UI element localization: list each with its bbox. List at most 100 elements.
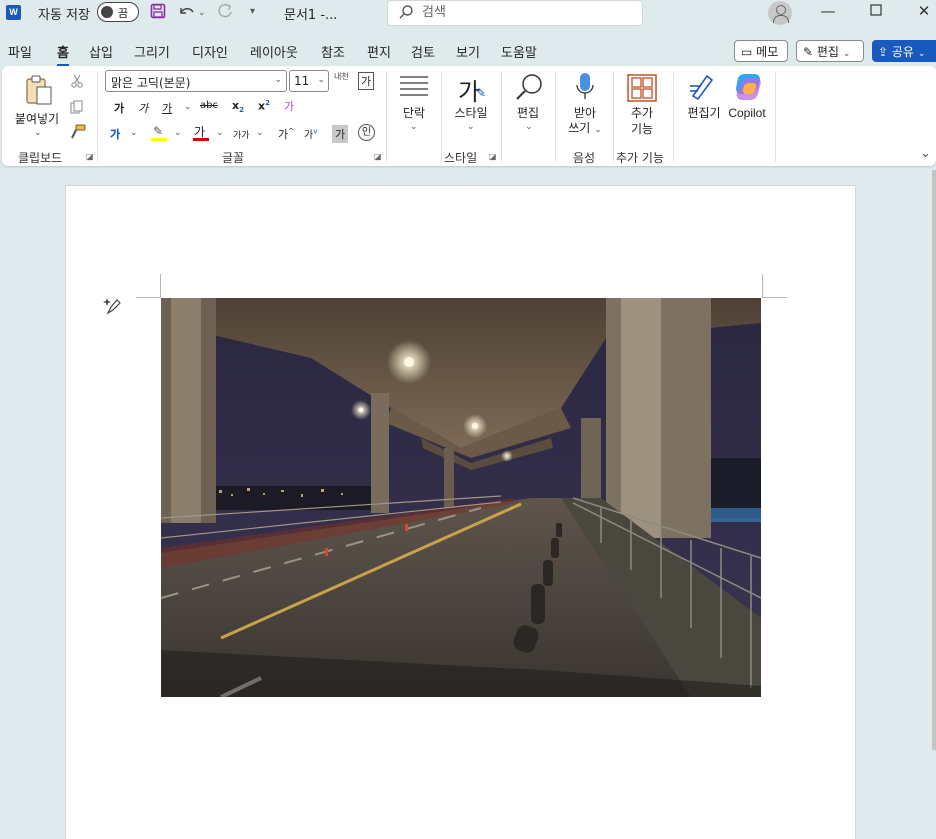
subscript-button[interactable]: x2 (232, 99, 244, 114)
chevron-down-icon[interactable]: ⌄ (130, 128, 138, 138)
tab-insert[interactable]: 삽입 (89, 42, 113, 61)
sparkle-pen-icon[interactable] (103, 296, 123, 319)
minimize-icon[interactable]: — (813, 2, 843, 20)
character-shading-button[interactable]: 가 (332, 125, 349, 143)
document-page[interactable] (65, 185, 856, 839)
shrink-font-glyph: 가 (304, 130, 314, 141)
tab-review[interactable]: 검토 (411, 42, 435, 61)
search-icon (514, 72, 544, 105)
chevron-down-icon[interactable]: ⌄ (184, 102, 192, 112)
redo-icon[interactable] (216, 3, 234, 23)
cut-icon[interactable] (70, 74, 84, 91)
margin-crop-mark (762, 297, 787, 298)
text-effects-button[interactable]: 가 (110, 126, 120, 142)
editing-mode-button[interactable]: ✎ 편집 ⌄ (796, 40, 864, 62)
font-color-button[interactable]: 가 (192, 123, 210, 143)
tab-help[interactable]: 도움말 (501, 42, 537, 61)
microphone-icon (575, 72, 595, 105)
close-icon[interactable]: ✕ (909, 2, 936, 20)
comment-icon: ▭ (741, 45, 753, 59)
tab-view[interactable]: 보기 (456, 42, 480, 61)
addins-grid-icon (627, 74, 657, 105)
dialog-launcher-icon[interactable]: ◪ (489, 152, 497, 161)
tab-draw[interactable]: 그리기 (134, 42, 170, 61)
pencil-icon: ✎ (803, 45, 814, 59)
editor-button[interactable]: 편집기 (682, 72, 722, 128)
margin-crop-mark (762, 274, 763, 298)
dictate-label-2: 쓰기 ⌄ (568, 121, 602, 135)
tab-mailings[interactable]: 편지 (367, 42, 391, 61)
undo-dropdown-icon[interactable]: ⌄ (198, 8, 206, 18)
copy-icon[interactable] (70, 100, 84, 117)
tab-design[interactable]: 디자인 (192, 42, 228, 61)
share-button[interactable]: ⇪ 공유 ⌄ (872, 40, 936, 62)
editing-mode-label: 편집 (816, 45, 839, 59)
paragraph-icon (399, 74, 429, 101)
character-size-button[interactable]: 가가 (233, 128, 250, 141)
dialog-launcher-icon[interactable]: ◪ (86, 152, 94, 161)
bridge-underpass-photo[interactable] (161, 298, 761, 697)
grow-font-glyph: 가 (278, 128, 289, 141)
enclose-characters-button[interactable]: 인 (358, 124, 375, 141)
voice-group-label: 음성 (573, 151, 596, 165)
customize-qat-icon[interactable]: ▾ (250, 6, 255, 17)
shrink-font-button[interactable]: 가v (304, 126, 317, 141)
account-avatar[interactable] (768, 1, 792, 25)
chevron-down-icon[interactable]: ⌄ (174, 128, 182, 138)
styles-label: 스타일 (454, 106, 488, 120)
search-icon (398, 4, 414, 24)
maximize-icon[interactable] (861, 2, 891, 20)
ribbon: 붙여넣기 ⌄ 클립보드 ◪ 맑은 고딕(본문) ⌄ 11 ⌄ 내천 가 가 가 … (2, 66, 936, 166)
ribbon-expand-chevron-icon[interactable]: ⌄ (920, 146, 931, 161)
dialog-launcher-icon[interactable]: ◪ (374, 152, 382, 161)
vertical-scrollbar[interactable] (932, 170, 936, 750)
font-size-select[interactable]: 11 ⌄ (289, 70, 329, 92)
dictate-button[interactable]: 받아 쓰기 ⌄ (564, 72, 606, 144)
phonetic-guide-button[interactable]: 내천 (334, 72, 350, 81)
share-label: 공유 (891, 45, 914, 59)
group-divider (775, 72, 776, 162)
margin-crop-mark (136, 297, 161, 298)
comments-button[interactable]: ▭ 메모 (734, 40, 788, 62)
save-icon[interactable] (150, 3, 166, 23)
paragraph-button[interactable]: 단락 ⌄ (396, 72, 432, 142)
chevron-down-icon[interactable]: ⌄ (216, 128, 224, 138)
clear-formatting-button[interactable]: 가 (284, 98, 294, 114)
search-input[interactable] (422, 5, 622, 20)
copilot-button[interactable]: Copilot (724, 72, 770, 128)
chevron-down-icon[interactable]: ⌄ (256, 128, 264, 138)
tab-file[interactable]: 파일 (8, 42, 32, 61)
autosave-label: 자동 저장 (38, 8, 90, 23)
italic-button[interactable]: 가 (138, 100, 148, 116)
underline-button[interactable]: 가 (162, 100, 172, 116)
strikethrough-button[interactable]: abc (200, 100, 218, 111)
superscript-button[interactable]: x2 (258, 99, 270, 113)
group-divider (386, 72, 387, 162)
editing-button[interactable]: 편집 ⌄ (510, 72, 546, 142)
undo-icon[interactable] (178, 3, 196, 23)
grow-font-button[interactable]: 가^ (278, 126, 294, 142)
editor-label: 편집기 (687, 106, 721, 120)
tab-references[interactable]: 참조 (321, 42, 345, 61)
addins-label-1: 추가 (630, 106, 654, 120)
addins-label-2: 기능 (630, 122, 654, 136)
format-painter-icon[interactable] (70, 124, 86, 143)
margin-crop-mark (160, 274, 161, 298)
share-icon: ⇪ (878, 45, 889, 59)
group-divider (97, 72, 98, 162)
editor-icon (687, 72, 717, 105)
toggle-knob (101, 6, 113, 18)
brush-icon: ✎ (476, 86, 487, 100)
highlight-button[interactable]: ✎ (150, 124, 168, 142)
search-box[interactable] (387, 0, 643, 26)
styles-button[interactable]: 가 ✎ 스타일 ⌄ (450, 72, 492, 142)
autosave-toggle[interactable]: 끔 (97, 2, 139, 22)
font-name-select[interactable]: 맑은 고딕(본문) ⌄ (105, 70, 287, 92)
tab-home[interactable]: 홈 (57, 42, 69, 66)
addins-button[interactable]: 추가 기능 (622, 72, 662, 144)
character-border-button[interactable]: 가 (358, 72, 375, 90)
bold-button[interactable]: 가 (114, 100, 124, 116)
paste-button[interactable]: 붙여넣기 ⌄ (10, 72, 64, 142)
copilot-icon (732, 72, 764, 105)
tab-layout[interactable]: 레이아웃 (250, 42, 298, 61)
